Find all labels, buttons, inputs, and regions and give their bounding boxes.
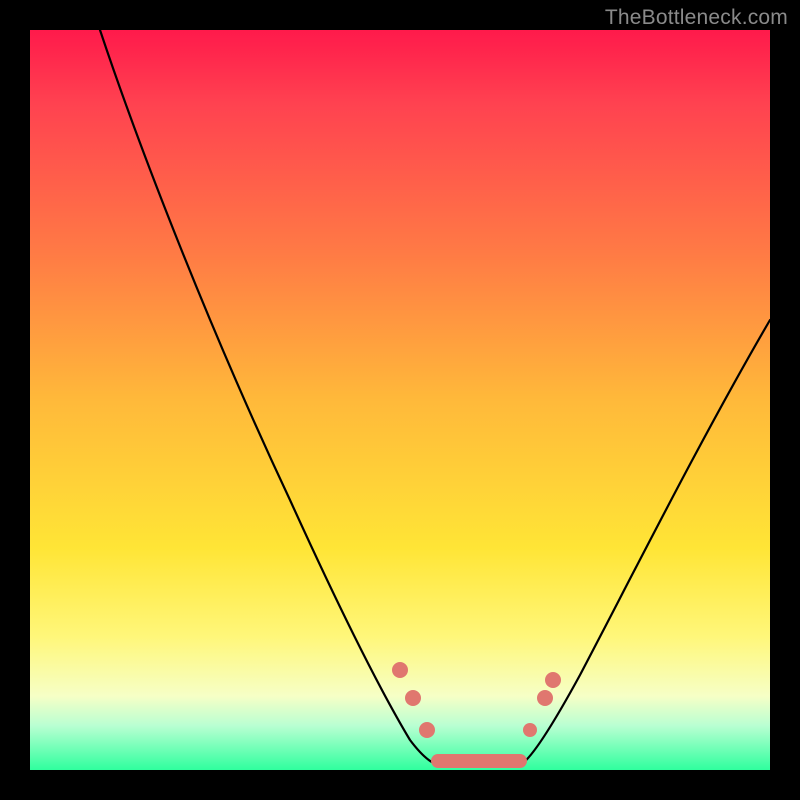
left-curve: [100, 30, 440, 765]
marker-dot: [523, 723, 537, 737]
marker-dot: [405, 690, 421, 706]
marker-dot: [537, 690, 553, 706]
right-curve: [520, 320, 770, 765]
marker-dot: [392, 662, 408, 678]
plot-area: [30, 30, 770, 770]
watermark-text: TheBottleneck.com: [605, 6, 788, 30]
curve-overlay: [30, 30, 770, 770]
marker-dot: [545, 672, 561, 688]
chart-frame: TheBottleneck.com: [0, 0, 800, 800]
marker-dot: [419, 722, 435, 738]
